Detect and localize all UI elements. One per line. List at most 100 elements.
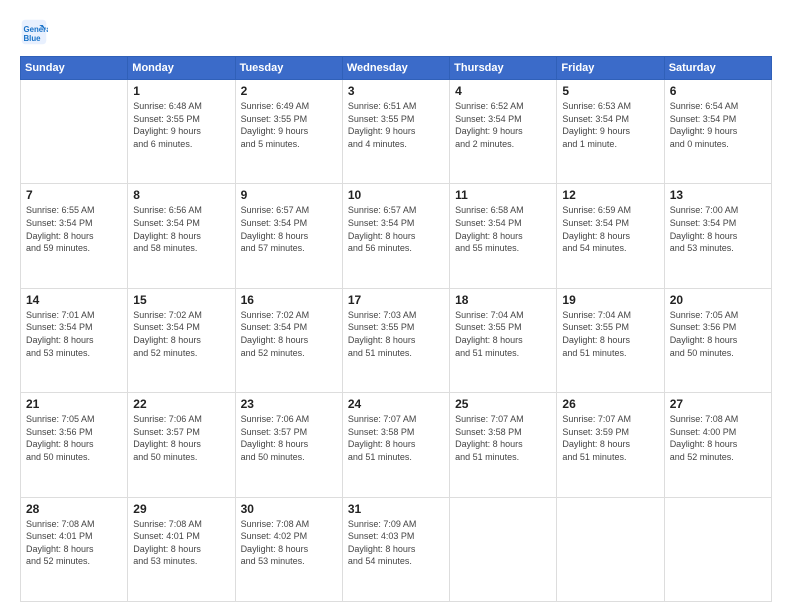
day-number: 20 bbox=[670, 293, 766, 307]
day-number: 15 bbox=[133, 293, 229, 307]
day-cell: 3Sunrise: 6:51 AM Sunset: 3:55 PM Daylig… bbox=[342, 80, 449, 184]
day-cell: 24 Sunrise: 7:07 AM Sunset: 3:58 PM Dayli… bbox=[342, 393, 449, 497]
day-info: Sunrise: 7:08 AM Sunset: 4:02 PM Dayligh… bbox=[241, 518, 337, 568]
day-info: Sunrise: 6:57 AM Sunset: 3:54 PM Dayligh… bbox=[348, 204, 444, 254]
day-cell: 2 Sunrise: 6:49 AM Sunset: 3:55 PM Daylig… bbox=[235, 80, 342, 184]
day-info: Sunrise: 7:09 AM Sunset: 4:03 PM Dayligh… bbox=[348, 518, 444, 568]
day-number: 5 bbox=[562, 84, 658, 98]
day-info: Sunrise: 7:04 AM Sunset: 3:55 PM Dayligh… bbox=[455, 309, 551, 359]
week-row-3: 14 Sunrise: 7:01 AM Sunset: 3:54 PM Dayli… bbox=[21, 288, 772, 392]
day-cell: 11 Sunrise: 6:58 AM Sunset: 3:54 PM Dayli… bbox=[450, 184, 557, 288]
day-number: 13 bbox=[670, 188, 766, 202]
day-info: Sunrise: 7:04 AM Sunset: 3:55 PM Dayligh… bbox=[562, 309, 658, 359]
day-cell: 27 Sunrise: 7:08 AM Sunset: 4:00 PM Dayli… bbox=[664, 393, 771, 497]
day-info: Sunrise: 7:05 AM Sunset: 3:56 PM Dayligh… bbox=[670, 309, 766, 359]
day-info: Sunrise: 6:57 AM Sunset: 3:54 PM Dayligh… bbox=[241, 204, 337, 254]
day-number: 22 bbox=[133, 397, 229, 411]
day-cell: 20 Sunrise: 7:05 AM Sunset: 3:56 PM Dayli… bbox=[664, 288, 771, 392]
day-number: 31 bbox=[348, 502, 444, 516]
day-info: Sunrise: 7:06 AM Sunset: 3:57 PM Dayligh… bbox=[133, 413, 229, 463]
day-info: Sunrise: 7:07 AM Sunset: 3:58 PM Dayligh… bbox=[455, 413, 551, 463]
week-row-5: 28Sunrise: 7:08 AM Sunset: 4:01 PM Dayli… bbox=[21, 497, 772, 601]
day-number: 19 bbox=[562, 293, 658, 307]
day-number: 4 bbox=[455, 84, 551, 98]
day-info: Sunrise: 6:58 AM Sunset: 3:54 PM Dayligh… bbox=[455, 204, 551, 254]
day-info: Sunrise: 6:55 AM Sunset: 3:54 PM Dayligh… bbox=[26, 204, 122, 254]
day-cell: 23 Sunrise: 7:06 AM Sunset: 3:57 PM Dayli… bbox=[235, 393, 342, 497]
day-cell: 9 Sunrise: 6:57 AM Sunset: 3:54 PM Daylig… bbox=[235, 184, 342, 288]
day-cell: 22 Sunrise: 7:06 AM Sunset: 3:57 PM Dayli… bbox=[128, 393, 235, 497]
svg-text:Blue: Blue bbox=[24, 34, 42, 43]
day-number: 25 bbox=[455, 397, 551, 411]
day-cell: 18Sunrise: 7:04 AM Sunset: 3:55 PM Dayli… bbox=[450, 288, 557, 392]
day-cell: 19 Sunrise: 7:04 AM Sunset: 3:55 PM Dayli… bbox=[557, 288, 664, 392]
week-row-4: 21 Sunrise: 7:05 AM Sunset: 3:56 PM Dayli… bbox=[21, 393, 772, 497]
header: General Blue bbox=[20, 18, 772, 46]
weekday-header-sunday: Sunday bbox=[21, 57, 128, 80]
day-cell bbox=[21, 80, 128, 184]
weekday-header-monday: Monday bbox=[128, 57, 235, 80]
day-cell: 6Sunrise: 6:54 AM Sunset: 3:54 PM Daylig… bbox=[664, 80, 771, 184]
day-number: 21 bbox=[26, 397, 122, 411]
weekday-header-tuesday: Tuesday bbox=[235, 57, 342, 80]
day-cell bbox=[664, 497, 771, 601]
day-number: 30 bbox=[241, 502, 337, 516]
day-number: 7 bbox=[26, 188, 122, 202]
day-cell: 4 Sunrise: 6:52 AM Sunset: 3:54 PM Daylig… bbox=[450, 80, 557, 184]
day-cell: 10Sunrise: 6:57 AM Sunset: 3:54 PM Dayli… bbox=[342, 184, 449, 288]
day-cell: 13 Sunrise: 7:00 AM Sunset: 3:54 PM Dayli… bbox=[664, 184, 771, 288]
logo: General Blue bbox=[20, 18, 52, 46]
day-number: 27 bbox=[670, 397, 766, 411]
day-cell: 26Sunrise: 7:07 AM Sunset: 3:59 PM Dayli… bbox=[557, 393, 664, 497]
day-info: Sunrise: 7:08 AM Sunset: 4:00 PM Dayligh… bbox=[670, 413, 766, 463]
day-info: Sunrise: 7:07 AM Sunset: 3:58 PM Dayligh… bbox=[348, 413, 444, 463]
day-cell: 5 Sunrise: 6:53 AM Sunset: 3:54 PM Daylig… bbox=[557, 80, 664, 184]
day-info: Sunrise: 7:01 AM Sunset: 3:54 PM Dayligh… bbox=[26, 309, 122, 359]
day-number: 9 bbox=[241, 188, 337, 202]
day-info: Sunrise: 6:59 AM Sunset: 3:54 PM Dayligh… bbox=[562, 204, 658, 254]
day-number: 29 bbox=[133, 502, 229, 516]
day-number: 23 bbox=[241, 397, 337, 411]
day-number: 11 bbox=[455, 188, 551, 202]
day-number: 17 bbox=[348, 293, 444, 307]
weekday-header-wednesday: Wednesday bbox=[342, 57, 449, 80]
day-info: Sunrise: 6:53 AM Sunset: 3:54 PM Dayligh… bbox=[562, 100, 658, 150]
day-cell: 8 Sunrise: 6:56 AM Sunset: 3:54 PM Daylig… bbox=[128, 184, 235, 288]
day-number: 8 bbox=[133, 188, 229, 202]
day-number: 6 bbox=[670, 84, 766, 98]
day-info: Sunrise: 6:49 AM Sunset: 3:55 PM Dayligh… bbox=[241, 100, 337, 150]
week-row-2: 7 Sunrise: 6:55 AM Sunset: 3:54 PM Daylig… bbox=[21, 184, 772, 288]
day-cell: 28Sunrise: 7:08 AM Sunset: 4:01 PM Dayli… bbox=[21, 497, 128, 601]
weekday-header-thursday: Thursday bbox=[450, 57, 557, 80]
day-info: Sunrise: 6:56 AM Sunset: 3:54 PM Dayligh… bbox=[133, 204, 229, 254]
day-cell: 17 Sunrise: 7:03 AM Sunset: 3:55 PM Dayli… bbox=[342, 288, 449, 392]
day-info: Sunrise: 7:06 AM Sunset: 3:57 PM Dayligh… bbox=[241, 413, 337, 463]
day-cell: 16Sunrise: 7:02 AM Sunset: 3:54 PM Dayli… bbox=[235, 288, 342, 392]
weekday-header-row: SundayMondayTuesdayWednesdayThursdayFrid… bbox=[21, 57, 772, 80]
day-info: Sunrise: 7:05 AM Sunset: 3:56 PM Dayligh… bbox=[26, 413, 122, 463]
day-number: 26 bbox=[562, 397, 658, 411]
page: General Blue SundayMondayTuesdayWednesda… bbox=[0, 0, 792, 612]
weekday-header-saturday: Saturday bbox=[664, 57, 771, 80]
day-cell: 25 Sunrise: 7:07 AM Sunset: 3:58 PM Dayli… bbox=[450, 393, 557, 497]
day-number: 16 bbox=[241, 293, 337, 307]
day-number: 24 bbox=[348, 397, 444, 411]
day-cell: 12 Sunrise: 6:59 AM Sunset: 3:54 PM Dayli… bbox=[557, 184, 664, 288]
calendar: SundayMondayTuesdayWednesdayThursdayFrid… bbox=[20, 56, 772, 602]
logo-icon: General Blue bbox=[20, 18, 48, 46]
day-cell: 21 Sunrise: 7:05 AM Sunset: 3:56 PM Dayli… bbox=[21, 393, 128, 497]
day-cell bbox=[557, 497, 664, 601]
day-cell bbox=[450, 497, 557, 601]
day-number: 2 bbox=[241, 84, 337, 98]
day-number: 12 bbox=[562, 188, 658, 202]
day-cell: 31 Sunrise: 7:09 AM Sunset: 4:03 PM Dayli… bbox=[342, 497, 449, 601]
day-info: Sunrise: 7:02 AM Sunset: 3:54 PM Dayligh… bbox=[133, 309, 229, 359]
day-info: Sunrise: 7:03 AM Sunset: 3:55 PM Dayligh… bbox=[348, 309, 444, 359]
day-number: 14 bbox=[26, 293, 122, 307]
day-cell: 1Sunrise: 6:48 AM Sunset: 3:55 PM Daylig… bbox=[128, 80, 235, 184]
svg-text:General: General bbox=[24, 25, 49, 34]
day-info: Sunrise: 7:08 AM Sunset: 4:01 PM Dayligh… bbox=[133, 518, 229, 568]
day-info: Sunrise: 6:52 AM Sunset: 3:54 PM Dayligh… bbox=[455, 100, 551, 150]
day-info: Sunrise: 7:00 AM Sunset: 3:54 PM Dayligh… bbox=[670, 204, 766, 254]
day-cell: 15 Sunrise: 7:02 AM Sunset: 3:54 PM Dayli… bbox=[128, 288, 235, 392]
